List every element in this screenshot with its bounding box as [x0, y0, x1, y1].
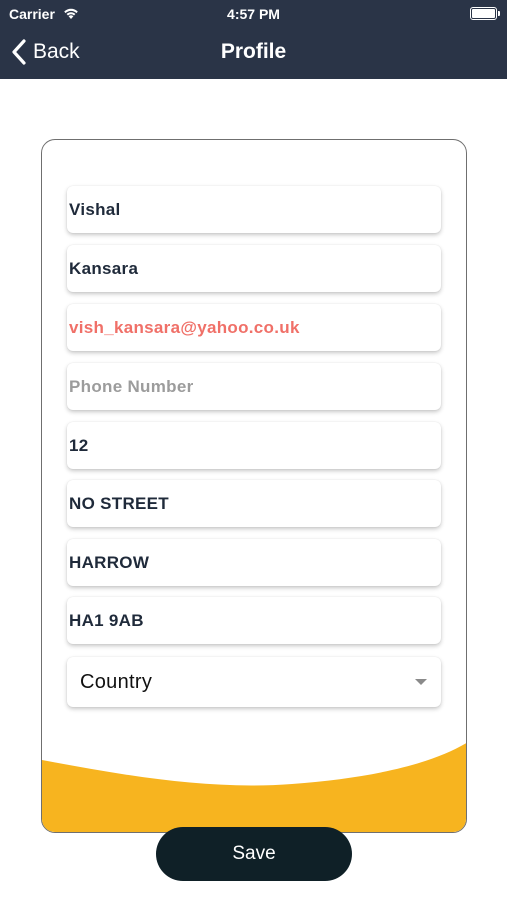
phone-number-field[interactable]: Phone Number: [67, 363, 441, 410]
country-select[interactable]: Country: [67, 657, 441, 707]
battery-icon: [470, 7, 500, 20]
postcode-field[interactable]: HA1 9AB: [67, 597, 441, 644]
last-name-field[interactable]: Kansara: [67, 245, 441, 292]
email-field[interactable]: vish_kansara@yahoo.co.uk: [67, 304, 441, 351]
country-select-label: Country: [80, 670, 153, 693]
status-bar: Carrier 4:57 PM: [0, 0, 507, 28]
first-name-field[interactable]: Vishal: [67, 186, 441, 233]
city-field[interactable]: HARROW: [67, 539, 441, 586]
street-field[interactable]: NO STREET: [67, 480, 441, 527]
dropdown-caret-icon: [415, 679, 427, 685]
save-button[interactable]: Save: [156, 827, 352, 881]
page-title: Profile: [220, 40, 287, 63]
navigation-bar: Carrier 4:57 PM Back Profile: [0, 0, 507, 79]
decorative-wave: [42, 743, 466, 832]
status-time: 4:57 PM: [227, 6, 280, 22]
profile-form-card: Vishal Kansara vish_kansara@yahoo.co.uk …: [41, 139, 467, 833]
house-number-field[interactable]: 12: [67, 422, 441, 469]
